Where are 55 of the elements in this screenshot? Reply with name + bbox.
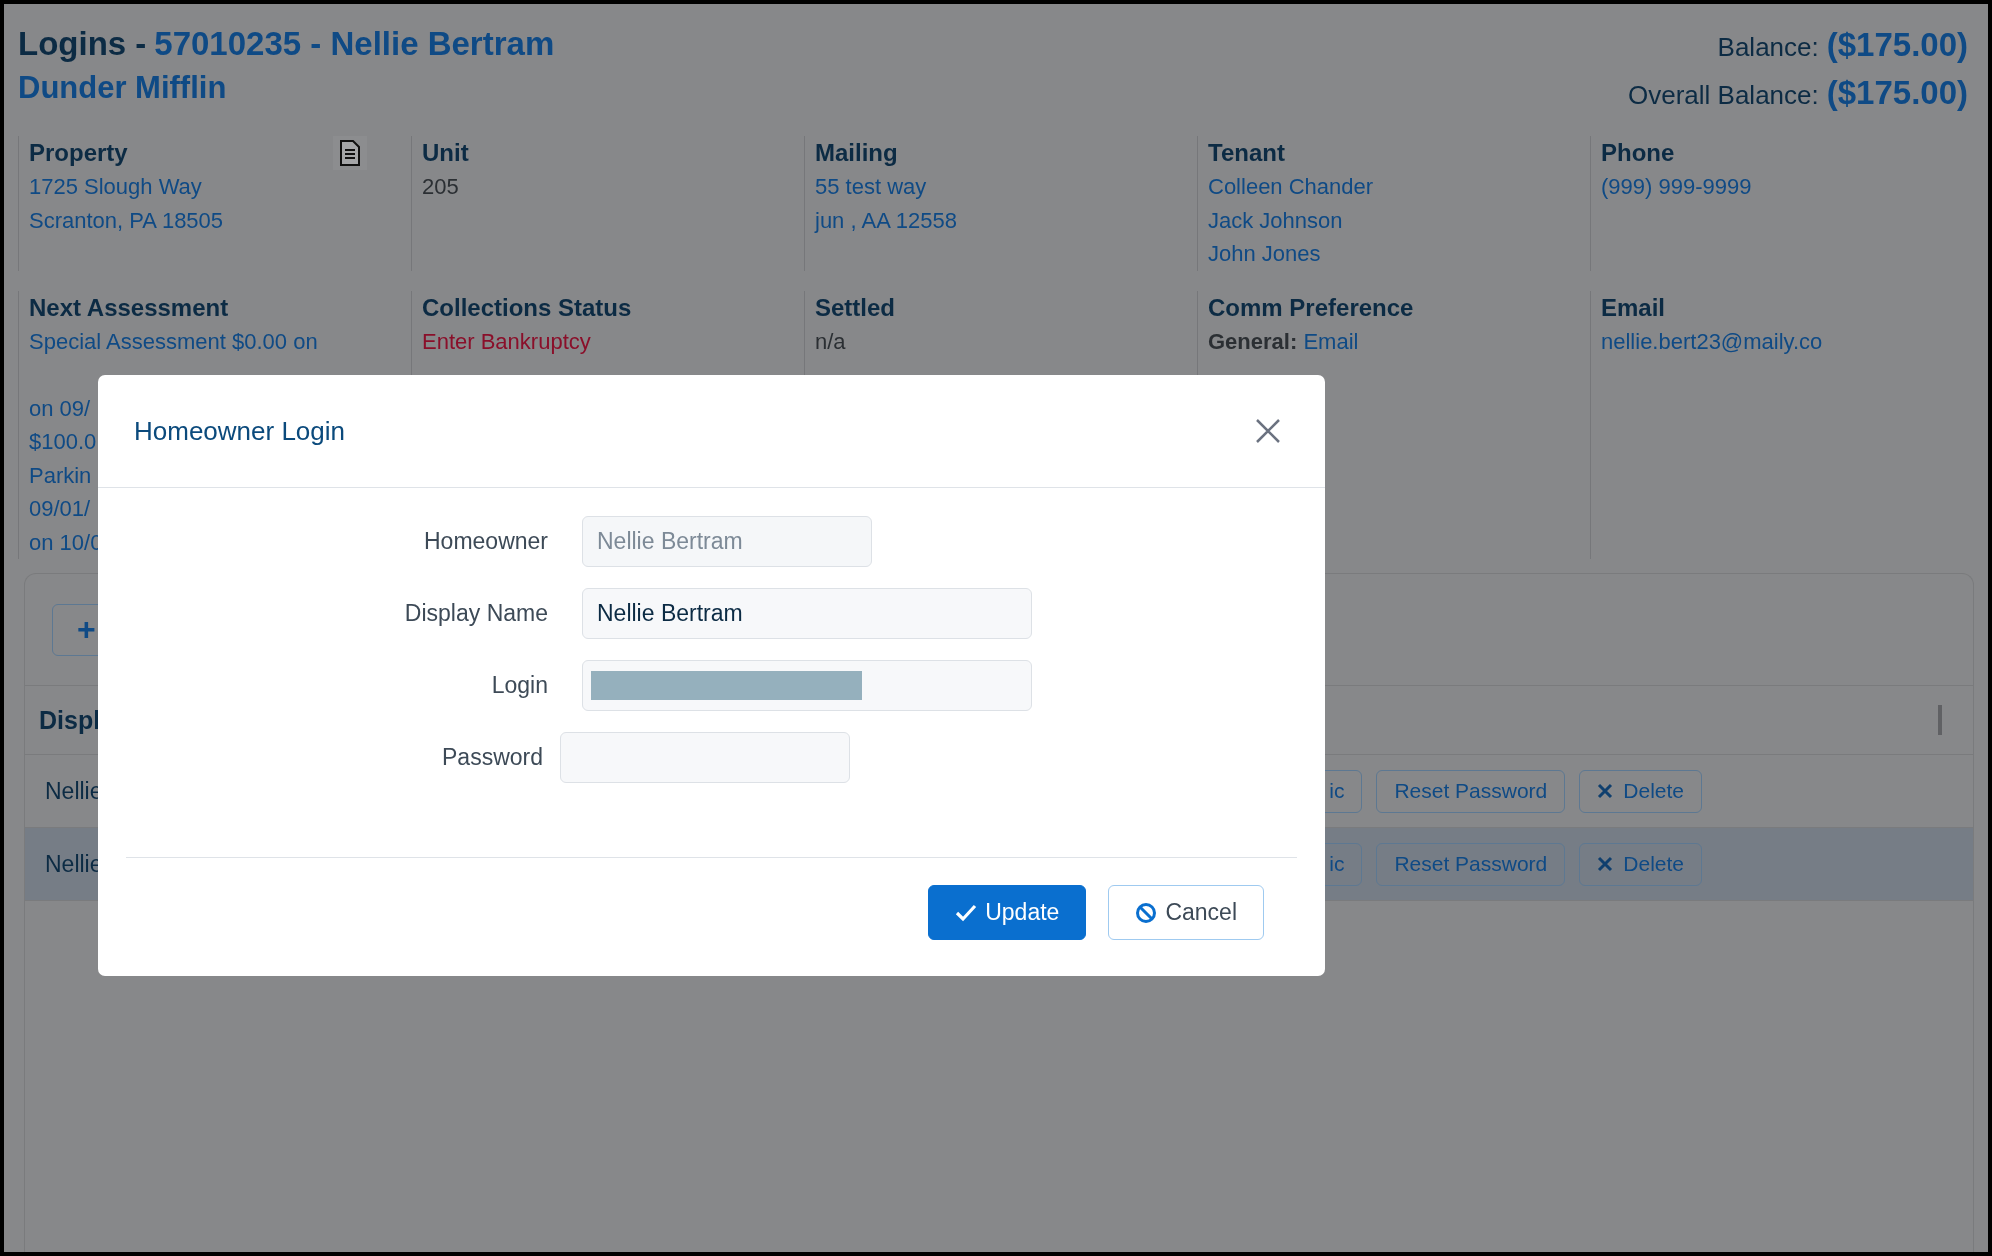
- prohibited-icon: [1135, 901, 1158, 924]
- detail-label: Phone: [1601, 138, 1675, 168]
- cancel-button[interactable]: Cancel: [1108, 885, 1264, 940]
- detail-value: 205: [422, 173, 460, 201]
- action-button[interactable]: Reset Password: [1376, 842, 1566, 886]
- detail-label: Mailing: [815, 138, 898, 168]
- balance-label: Overall Balance:: [1627, 79, 1819, 112]
- detail-link[interactable]: Jack Johnson: [1208, 203, 1580, 237]
- detail-label: Tenant: [1208, 138, 1285, 168]
- balance-amount: ($175.00): [1826, 25, 1968, 65]
- update-button[interactable]: Update: [928, 885, 1087, 940]
- column-resize-handle[interactable]: [1938, 705, 1942, 735]
- input-field[interactable]: Nellie Bertram: [582, 588, 1032, 639]
- document-icon[interactable]: [333, 136, 367, 170]
- delete-button[interactable]: Delete: [1579, 769, 1702, 813]
- checkmark-icon: [955, 903, 978, 922]
- close-button[interactable]: [1255, 418, 1281, 444]
- login-field[interactable]: [582, 660, 1032, 711]
- balance-amount: ($175.00): [1826, 73, 1968, 113]
- detail-label: Settled: [815, 292, 895, 323]
- association-link[interactable]: Dunder Mifflin: [18, 70, 227, 105]
- homeowner-field: Nellie Bertram: [582, 516, 872, 567]
- field-label: Password: [441, 744, 543, 771]
- column-header: Displ: [39, 705, 101, 735]
- detail-label: Next Assessment: [29, 292, 229, 323]
- detail-link[interactable]: John Jones: [1208, 237, 1580, 271]
- detail-link[interactable]: Colleen Chander: [1208, 170, 1580, 204]
- close-icon: [1597, 856, 1614, 872]
- balance-label: Balance:: [1717, 31, 1819, 64]
- action-button[interactable]: Reset Password: [1376, 769, 1566, 813]
- field-label: Login: [490, 672, 548, 699]
- status-value: Enter Bankruptcy: [422, 327, 592, 356]
- detail-link[interactable]: (999) 999-9999: [1601, 170, 1973, 204]
- detail-label: Unit: [422, 138, 469, 168]
- detail-label: Comm Preference: [1208, 292, 1414, 323]
- close-icon: [1255, 418, 1281, 444]
- account-link[interactable]: 57010235 - Nellie Bertram: [154, 25, 555, 62]
- dialog-title: Homeowner Login: [134, 415, 345, 447]
- delete-button[interactable]: Delete: [1579, 842, 1702, 886]
- detail-label: Property: [29, 138, 128, 168]
- field-label: Display Name: [403, 600, 548, 627]
- detail-link[interactable]: Special Assessment $0.00 on: [29, 324, 401, 358]
- detail-value: n/a: [815, 327, 847, 356]
- page-title: Logins -: [18, 25, 147, 62]
- detail-label: Email: [1601, 292, 1666, 323]
- close-icon: [1597, 783, 1614, 799]
- detail-link[interactable]: jun , AA 12558: [815, 203, 1187, 237]
- detail-link[interactable]: 55 test way: [815, 170, 1187, 204]
- detail-link[interactable]: nellie.bert23@maily.co: [1601, 324, 1973, 358]
- field-label: Homeowner: [423, 528, 548, 555]
- password-field[interactable]: [560, 732, 850, 783]
- preference-line: General: Email: [1208, 327, 1360, 356]
- detail-label: Collections Status: [422, 292, 632, 323]
- detail-link[interactable]: Scranton, PA 18505: [29, 203, 401, 237]
- detail-link[interactable]: 1725 Slough Way: [29, 170, 401, 204]
